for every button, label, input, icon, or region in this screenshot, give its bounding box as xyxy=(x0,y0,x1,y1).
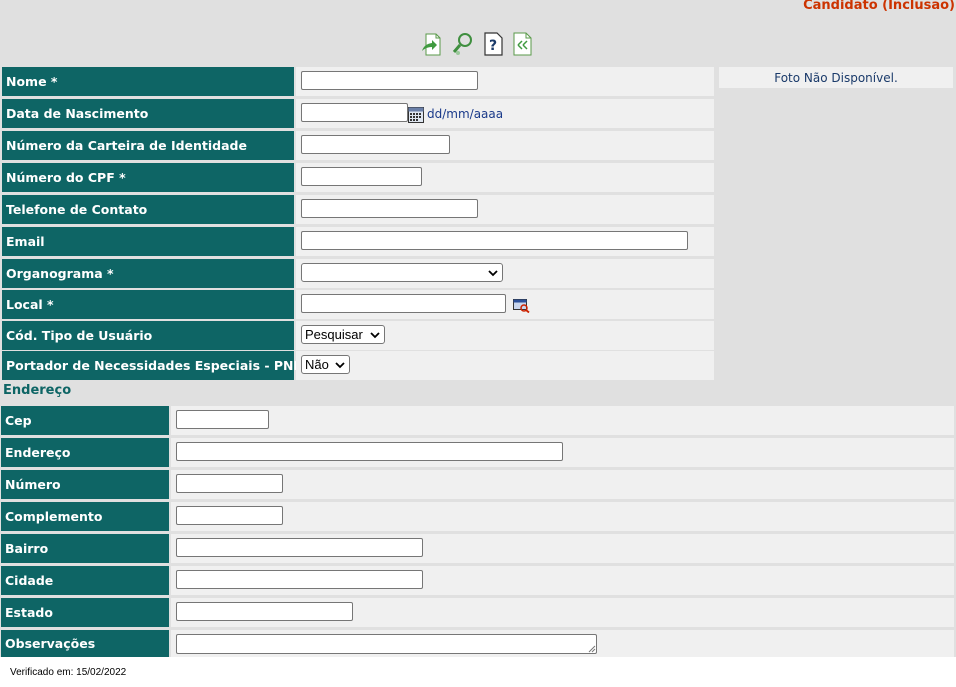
chevron-down-icon xyxy=(488,270,498,277)
row-nascimento: Data de Nascimento dd/mm/aaaa xyxy=(2,99,714,128)
organograma-select[interactable] xyxy=(301,263,503,282)
cidade-input[interactable] xyxy=(176,570,423,589)
numero-input[interactable] xyxy=(176,474,283,493)
label-numero: Número xyxy=(1,470,169,499)
list-icon[interactable] xyxy=(511,31,533,57)
row-cpf: Número do CPF * xyxy=(2,163,714,192)
nome-input[interactable] xyxy=(301,71,478,90)
row-identidade: Número da Carteira de Identidade xyxy=(2,131,714,160)
label-email: Email xyxy=(2,227,294,256)
label-bairro: Bairro xyxy=(1,534,169,563)
identidade-input[interactable] xyxy=(301,135,450,154)
estado-input[interactable] xyxy=(176,602,353,621)
label-observacoes: Observações xyxy=(1,630,169,657)
pne-select[interactable]: Não xyxy=(301,355,350,374)
label-cep: Cep xyxy=(1,406,169,435)
calendar-icon[interactable] xyxy=(408,107,424,126)
label-cpf: Número do CPF * xyxy=(2,163,294,192)
row-pne: Portador de Necessidades Especiais - PNE… xyxy=(2,351,714,380)
row-observacoes: Observações xyxy=(1,630,954,657)
row-bairro: Bairro xyxy=(1,534,954,563)
tipo-usuario-select[interactable]: Pesquisar xyxy=(301,325,385,344)
bairro-input[interactable] xyxy=(176,538,423,557)
section-title-endereco: Endereço xyxy=(3,383,72,398)
nascimento-input[interactable] xyxy=(301,103,408,122)
help-icon[interactable]: ? xyxy=(482,31,504,57)
lookup-icon[interactable] xyxy=(513,297,530,316)
row-cidade: Cidade xyxy=(1,566,954,595)
resize-handle-icon[interactable] xyxy=(587,644,596,653)
label-cidade: Cidade xyxy=(1,566,169,595)
pne-selected: Não xyxy=(305,357,329,372)
cpf-input[interactable] xyxy=(301,167,422,186)
verified-date: Verificado em: 15/02/2022 xyxy=(10,667,127,678)
label-endereco: Endereço xyxy=(1,438,169,467)
email-input[interactable] xyxy=(301,231,688,250)
row-telefone: Telefone de Contato xyxy=(2,195,714,224)
row-local: Local * xyxy=(2,290,714,319)
label-complemento: Complemento xyxy=(1,502,169,531)
row-numero: Número xyxy=(1,470,954,499)
label-organograma: Organograma * xyxy=(2,259,294,288)
endereco-input[interactable] xyxy=(176,442,563,461)
save-icon[interactable] xyxy=(421,31,443,57)
date-format-hint: dd/mm/aaaa xyxy=(427,107,504,121)
photo-placeholder: Foto Não Disponível. xyxy=(719,67,953,88)
local-input[interactable] xyxy=(301,294,506,313)
row-estado: Estado xyxy=(1,598,954,627)
row-endereco: Endereço xyxy=(1,438,954,467)
label-identidade: Número da Carteira de Identidade xyxy=(2,131,294,160)
row-cep: Cep xyxy=(1,406,954,435)
label-pne: Portador de Necessidades Especiais - PNE… xyxy=(2,351,320,380)
row-tipo-usuario: Cód. Tipo de Usuário Pesquisar xyxy=(2,321,714,350)
cep-input[interactable] xyxy=(176,410,269,429)
telefone-input[interactable] xyxy=(301,199,478,218)
observacoes-textarea[interactable] xyxy=(176,634,597,654)
chevron-down-icon xyxy=(370,332,380,339)
label-telefone: Telefone de Contato xyxy=(2,195,294,224)
row-complemento: Complemento xyxy=(1,502,954,531)
search-icon[interactable] xyxy=(452,31,474,57)
page-title: Candidato (Inclusão) xyxy=(803,0,955,13)
label-local: Local * xyxy=(2,290,294,319)
svg-text:?: ? xyxy=(489,38,497,54)
label-nascimento: Data de Nascimento xyxy=(2,99,294,128)
label-tipo-usuario: Cód. Tipo de Usuário xyxy=(2,321,294,350)
complemento-input[interactable] xyxy=(176,506,283,525)
chevron-down-icon xyxy=(335,362,345,369)
row-organograma: Organograma * xyxy=(2,259,714,288)
row-email: Email xyxy=(2,227,714,256)
label-estado: Estado xyxy=(1,598,169,627)
row-nome: Nome * xyxy=(2,67,714,96)
label-nome: Nome * xyxy=(2,67,294,96)
tipo-usuario-selected: Pesquisar xyxy=(305,327,363,342)
